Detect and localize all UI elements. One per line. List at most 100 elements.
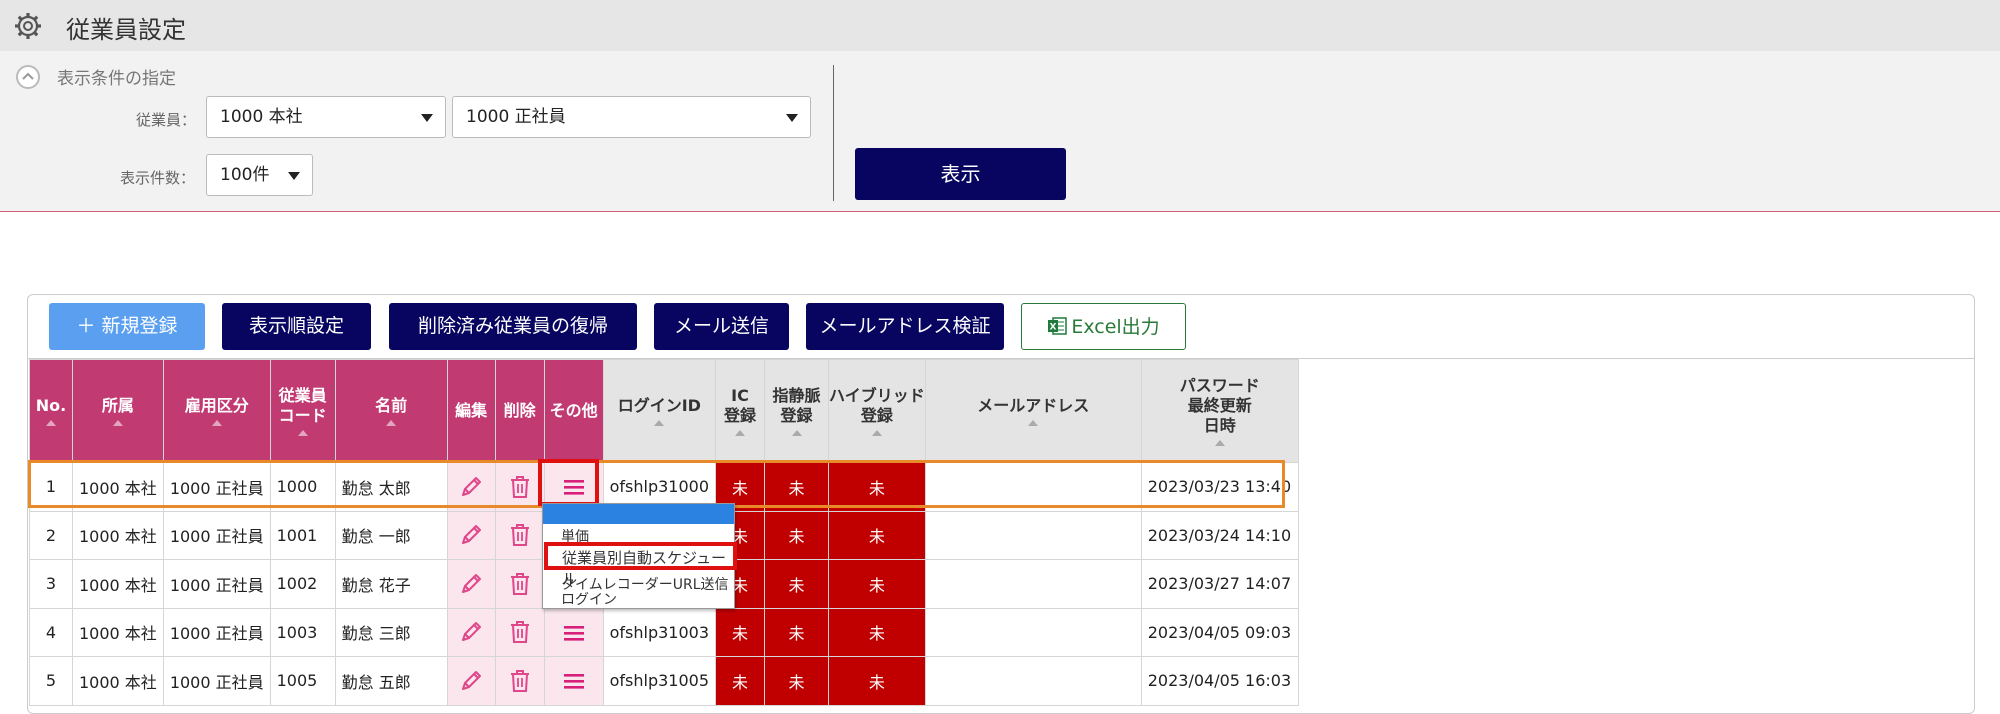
edit-button[interactable] [446, 607, 496, 657]
show-button[interactable]: 表示 [855, 148, 1066, 200]
col-edit: 編集 [446, 359, 496, 463]
cell-vein-status: 未 [764, 462, 830, 512]
employment-type-select[interactable]: 1000 正社員 [452, 96, 811, 138]
cell-vein-status: 未 [764, 559, 830, 609]
title-bar: 従業員設定 [0, 0, 2000, 51]
cell-password-updated: 2023/03/27 14:07 [1140, 559, 1299, 609]
cell-employee-code: 1003 [269, 607, 336, 657]
trash-icon [510, 669, 529, 692]
other-menu-button[interactable] [543, 607, 604, 657]
cell-employment-type: 1000 正社員 [162, 510, 271, 560]
caret-down-icon [421, 114, 433, 122]
menu-icon [563, 674, 584, 689]
cell-no: 3 [29, 559, 73, 609]
excel-export-button[interactable]: X Excel出力 [1021, 303, 1186, 350]
company-select[interactable]: 1000 本社 [206, 96, 446, 138]
chevron-up-icon [22, 72, 34, 80]
cell-ic-status: 未 [715, 656, 766, 706]
cell-mail [924, 559, 1142, 609]
cell-vein-status: 未 [764, 510, 830, 560]
cell-employment-type: 1000 正社員 [162, 559, 271, 609]
cell-no: 2 [29, 510, 73, 560]
col-employee-code[interactable]: 従業員 コード [269, 359, 336, 463]
cell-login-id: ofshlp31005 [602, 656, 717, 706]
edit-button[interactable] [446, 462, 496, 512]
pencil-icon [462, 525, 482, 545]
cell-no: 1 [29, 462, 73, 512]
restore-deleted-button[interactable]: 削除済み従業員の復帰 [389, 303, 637, 350]
company-select-value: 1000 本社 [220, 107, 303, 127]
display-order-button[interactable]: 表示順設定 [222, 303, 371, 350]
pencil-icon [462, 476, 482, 496]
caret-down-icon [786, 114, 798, 122]
trash-icon [510, 524, 529, 547]
cell-dept: 1000 本社 [72, 607, 164, 657]
other-menu-button[interactable] [543, 656, 604, 706]
col-mail[interactable]: メールアドレス [924, 359, 1142, 463]
col-hybrid[interactable]: ハイブリッド 登録 [828, 359, 926, 463]
gear-icon [15, 13, 41, 39]
col-other: その他 [543, 359, 604, 463]
cell-name: 勤怠 三郎 [334, 607, 448, 657]
cell-employment-type: 1000 正社員 [162, 607, 271, 657]
col-name[interactable]: 名前 [334, 359, 448, 463]
cell-employee-code: 1005 [269, 656, 336, 706]
send-mail-button[interactable]: メール送信 [654, 303, 789, 350]
edit-button[interactable] [446, 510, 496, 560]
cell-name: 勤怠 五郎 [334, 656, 448, 706]
col-no[interactable]: No. [29, 359, 73, 463]
delete-button[interactable] [494, 607, 545, 657]
delete-button[interactable] [494, 656, 545, 706]
cell-login-id: ofshlp31003 [602, 607, 717, 657]
trash-icon [510, 475, 529, 498]
cell-mail [924, 510, 1142, 560]
employment-select-value: 1000 正社員 [466, 107, 566, 127]
cell-hybrid-status: 未 [828, 607, 926, 657]
table-row[interactable]: 5 1000 本社 1000 正社員 1005 勤怠 五郎 ofshlp31005 未未未 2… [29, 656, 1299, 706]
cell-dept: 1000 本社 [72, 559, 164, 609]
collapse-button[interactable] [16, 65, 40, 89]
cell-hybrid-status: 未 [828, 656, 926, 706]
cell-ic-status: 未 [715, 607, 766, 657]
cell-no: 4 [29, 607, 73, 657]
employee-label: 従業員： [136, 111, 197, 129]
col-ic[interactable]: IC 登録 [715, 359, 766, 463]
table-row[interactable]: 4 1000 本社 1000 正社員 1003 勤怠 三郎 ofshlp31003 未未未 2… [29, 607, 1299, 657]
cell-mail [924, 656, 1142, 706]
cell-dept: 1000 本社 [72, 462, 164, 512]
col-dept[interactable]: 所属 [72, 359, 164, 463]
other-menu-dropdown: 単価 タイムレコーダーURL送信 ログイン [542, 503, 735, 609]
delete-button[interactable] [494, 462, 545, 512]
menu-item-unit-price[interactable]: 単価 [561, 526, 589, 546]
cell-employment-type: 1000 正社員 [162, 462, 271, 512]
col-employment-type[interactable]: 雇用区分 [162, 359, 271, 463]
edit-button[interactable] [446, 656, 496, 706]
cell-password-updated: 2023/03/23 13:40 [1140, 462, 1299, 512]
cell-employee-code: 1002 [269, 559, 336, 609]
excel-icon: X [1048, 317, 1068, 335]
verify-mail-button[interactable]: メールアドレス検証 [806, 303, 1004, 350]
col-password-updated[interactable]: パスワード 最終更新 日時 [1140, 359, 1299, 463]
col-delete: 削除 [494, 359, 545, 463]
count-label: 表示件数： [120, 169, 196, 187]
delete-button[interactable] [494, 559, 545, 609]
menu-item-login[interactable]: ログイン [561, 589, 617, 609]
cell-password-updated: 2023/03/24 14:10 [1140, 510, 1299, 560]
dropdown-header [543, 504, 734, 524]
cell-hybrid-status: 未 [828, 510, 926, 560]
cell-name: 勤怠 太郎 [334, 462, 448, 512]
count-select[interactable]: 100件 [206, 154, 313, 196]
new-register-button[interactable]: ＋ 新規登録 [49, 303, 205, 350]
delete-button[interactable] [494, 510, 545, 560]
caret-down-icon [288, 172, 300, 180]
cell-password-updated: 2023/04/05 16:03 [1140, 656, 1299, 706]
cell-vein-status: 未 [764, 607, 830, 657]
menu-icon [563, 480, 584, 495]
cell-hybrid-status: 未 [828, 462, 926, 512]
col-vein[interactable]: 指静脈 登録 [764, 359, 830, 463]
pencil-icon [462, 670, 482, 690]
col-login-id[interactable]: ログインID [602, 359, 717, 463]
cell-name: 勤怠 一郎 [334, 510, 448, 560]
edit-button[interactable] [446, 559, 496, 609]
filter-panel: 表示条件の指定 従業員： 1000 本社 1000 正社員 表示件数： 100件… [0, 51, 2000, 212]
